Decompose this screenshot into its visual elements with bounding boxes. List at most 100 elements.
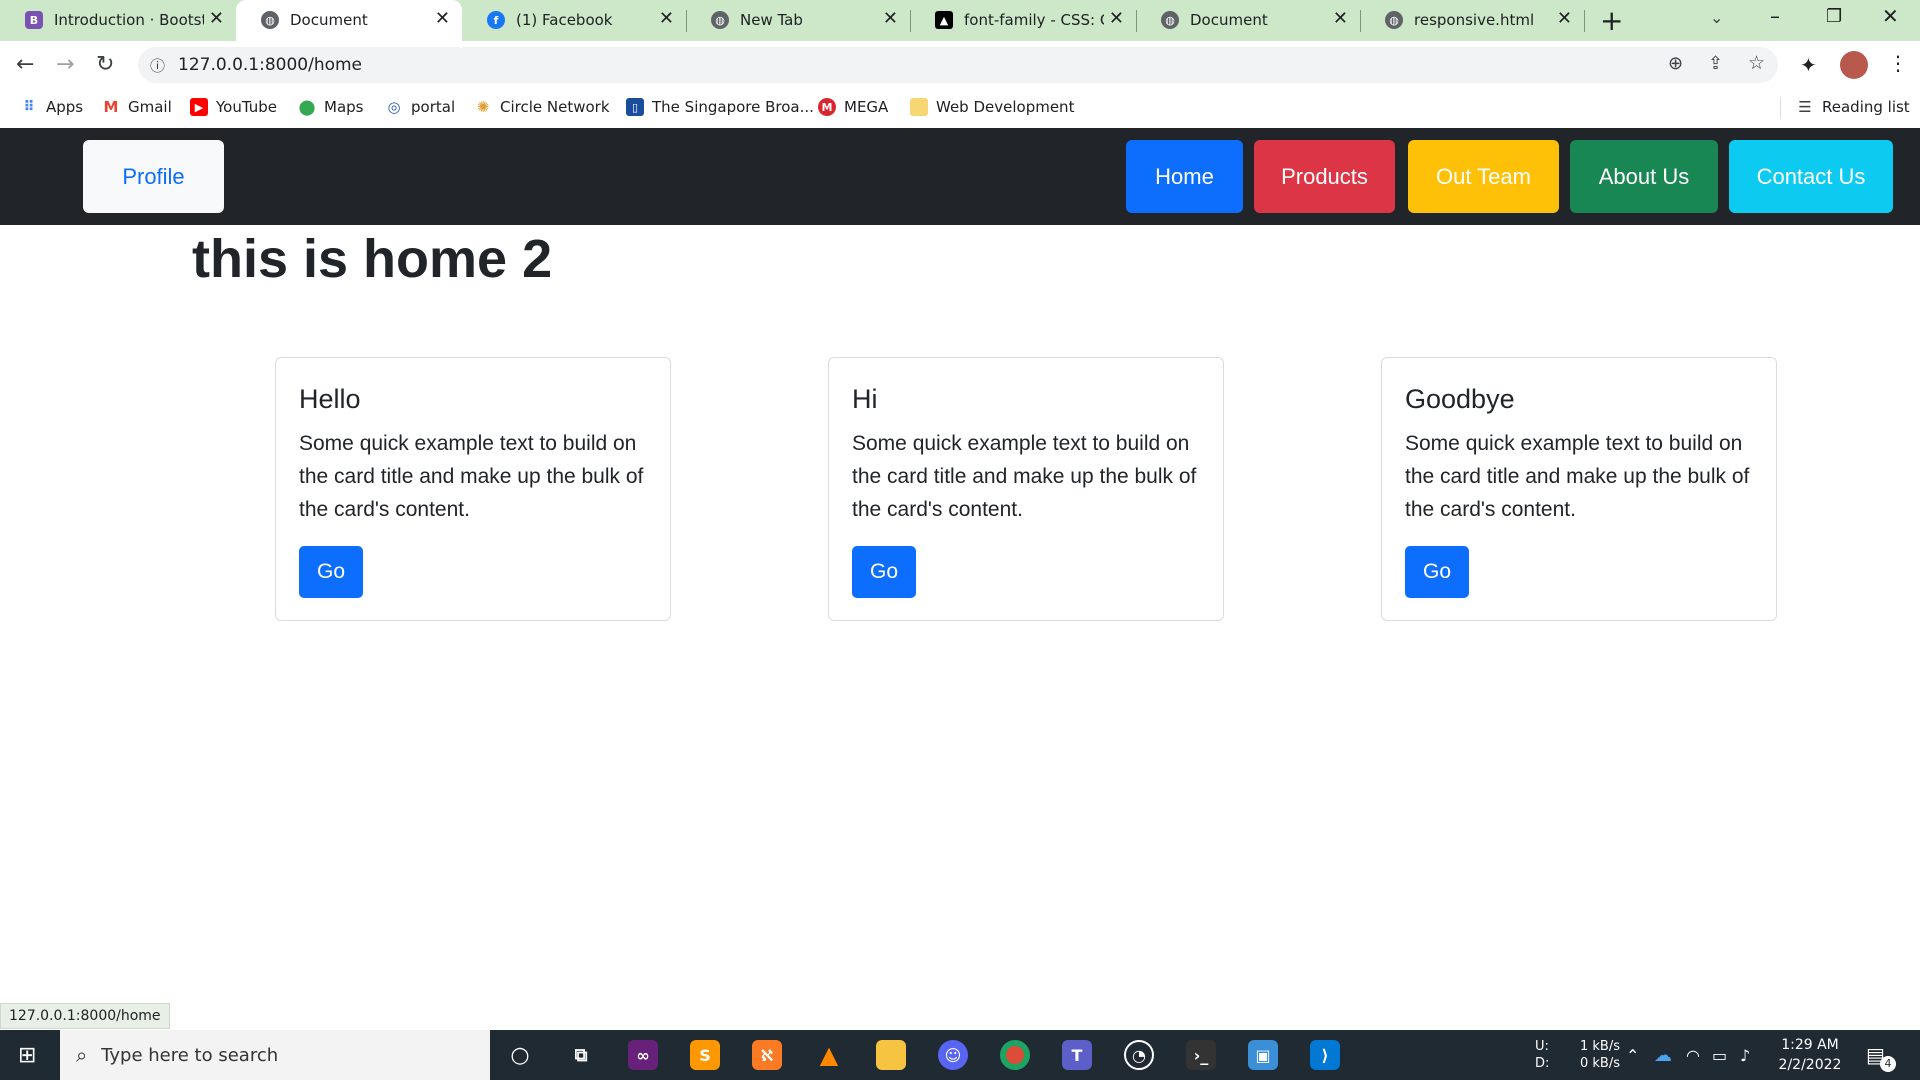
chrome-taskbar-icon[interactable] [1000, 1040, 1030, 1070]
about-label: About Us [1598, 163, 1690, 189]
bookmark-singapore[interactable]: ▯ The Singapore Broa... [626, 98, 814, 116]
reading-list-icon: ☰ [1796, 98, 1814, 116]
tab-new-tab[interactable]: ◍ New Tab ✕ [686, 0, 910, 41]
maximize-icon[interactable]: ❐ [1826, 6, 1842, 27]
close-icon[interactable]: ✕ [1109, 8, 1124, 29]
extensions-icon[interactable]: ✦ [1800, 53, 1817, 77]
windows-taskbar: ⊞ ⌕ Type here to search ○ ⧉ ∞ S ℵ ▲ ☺ T … [0, 1030, 1920, 1080]
contact-button[interactable]: Contact Us [1729, 140, 1893, 213]
bookmark-label: Circle Network [500, 98, 610, 116]
gmail-icon: M [102, 98, 120, 116]
card-title: Hi [852, 384, 878, 414]
bookmark-mega[interactable]: M MEGA [818, 98, 888, 116]
bookmark-label: MEGA [844, 98, 889, 116]
forward-icon[interactable]: → [56, 53, 74, 77]
tab-document-2[interactable]: ◍ Document ✕ [1136, 0, 1360, 41]
tab-facebook[interactable]: f (1) Facebook ✕ [462, 0, 686, 41]
singapore-icon: ▯ [626, 98, 644, 116]
tab-label: Document [1190, 11, 1268, 29]
url-text[interactable]: 127.0.0.1:8000/home [178, 55, 362, 75]
page-title: this is home 2 [192, 229, 553, 289]
globe-icon: ◍ [261, 11, 279, 29]
bookmarks-bar: ⠿ Apps M Gmail ▶ YouTube ⬤ Maps ◎ portal… [0, 89, 1920, 128]
visual-studio-icon[interactable]: ∞ [628, 1040, 658, 1070]
go-button[interactable]: Go [299, 546, 363, 598]
chrome-icon: ◍ [711, 11, 729, 29]
net-up-label: U: [1535, 1039, 1549, 1054]
sublime-text-icon[interactable]: S [690, 1040, 720, 1070]
tab-bootstrap[interactable]: B Introduction · Bootstrap ✕ [0, 0, 236, 41]
facebook-icon: f [487, 11, 505, 29]
photos-icon[interactable]: ▣ [1248, 1040, 1278, 1070]
tab-responsive[interactable]: ◍ responsive.html ✕ [1360, 0, 1584, 41]
bookmark-star-icon[interactable]: ☆ [1748, 52, 1765, 74]
onedrive-icon[interactable]: ☁ [1654, 1030, 1672, 1080]
card-goodbye: Goodbye Some quick example text to build… [1381, 357, 1777, 621]
bookmark-portal[interactable]: ◎ portal [385, 98, 455, 116]
file-explorer-icon[interactable] [876, 1040, 906, 1070]
profile-button[interactable]: Profile [83, 140, 224, 213]
tab-document-active[interactable]: ◍ Document ✕ [236, 0, 462, 41]
minimize-icon[interactable]: – [1770, 4, 1780, 28]
go-button[interactable]: Go [852, 546, 916, 598]
close-icon[interactable]: ✕ [1557, 8, 1572, 29]
chevron-up-icon[interactable]: ⌃ [1626, 1030, 1639, 1080]
task-view-icon[interactable]: ⧉ [566, 1040, 596, 1070]
window-close-icon[interactable]: ✕ [1882, 4, 1899, 28]
go-button[interactable]: Go [1405, 546, 1469, 598]
wifi-icon[interactable]: ◠ [1686, 1030, 1700, 1080]
bookmark-youtube[interactable]: ▶ YouTube [190, 98, 277, 116]
team-button[interactable]: Out Team [1408, 140, 1559, 213]
taskbar-search[interactable]: ⌕ Type here to search [60, 1030, 490, 1080]
card-title: Hello [299, 384, 361, 414]
tab-label: (1) Facebook [516, 11, 613, 29]
share-icon[interactable]: ⇪ [1708, 53, 1723, 74]
clock-date: 2/2/2022 [1778, 1057, 1842, 1073]
notification-count: 4 [1880, 1056, 1896, 1072]
bookmark-label: Maps [324, 98, 364, 116]
home-button[interactable]: Home [1126, 140, 1243, 213]
bookmark-label: Apps [46, 98, 84, 116]
menu-icon[interactable]: ⋮ [1888, 51, 1908, 75]
back-icon[interactable]: ← [16, 53, 34, 77]
tab-mdn[interactable]: ▲ font-family - CSS: Cas ✕ [910, 0, 1136, 41]
clock[interactable]: 1:29 AM 2/2/2022 [1770, 1030, 1850, 1080]
products-button[interactable]: Products [1254, 140, 1395, 213]
zoom-icon[interactable]: ⊕ [1668, 53, 1683, 74]
address-bar[interactable]: ⓘ 127.0.0.1:8000/home ⊕ ⇪ ☆ [138, 47, 1778, 83]
bookmark-maps[interactable]: ⬤ Maps [298, 98, 363, 116]
avatar[interactable] [1840, 51, 1868, 79]
xampp-icon[interactable]: ℵ [752, 1040, 782, 1070]
reload-icon[interactable]: ↻ [96, 53, 114, 77]
notifications-icon[interactable]: ▤ [1866, 1030, 1885, 1080]
vlc-icon[interactable]: ▲ [814, 1040, 844, 1070]
close-icon[interactable]: ✕ [883, 8, 898, 29]
discord-icon[interactable]: ☺ [938, 1040, 968, 1070]
battery-icon[interactable]: ▭ [1712, 1030, 1727, 1080]
close-icon[interactable]: ✕ [659, 8, 674, 29]
circle-network-icon: ✺ [474, 98, 492, 116]
vscode-icon[interactable]: ⟩ [1310, 1040, 1340, 1070]
bookmark-circle-network[interactable]: ✺ Circle Network [474, 98, 610, 116]
volume-icon[interactable]: ♪ [1740, 1030, 1750, 1080]
obs-icon[interactable]: ◔ [1124, 1040, 1154, 1070]
bookmark-web-development[interactable]: Web Development [910, 98, 1074, 116]
site-info-icon[interactable]: ⓘ [150, 55, 165, 76]
network-speed: U: D: [1535, 1030, 1549, 1080]
reading-list-button[interactable]: ☰ Reading list [1796, 98, 1910, 116]
close-icon[interactable]: ✕ [209, 8, 224, 29]
bookmark-apps[interactable]: ⠿ Apps [20, 98, 83, 116]
tab-search-icon[interactable]: ⌄ [1710, 8, 1723, 27]
about-button[interactable]: About Us [1570, 140, 1718, 213]
close-icon[interactable]: ✕ [435, 8, 450, 29]
folder-icon [910, 98, 928, 116]
windows-start-icon[interactable]: ⊞ [18, 1043, 36, 1068]
mdn-icon: ▲ [935, 11, 953, 29]
bookmark-gmail[interactable]: M Gmail [102, 98, 172, 116]
teams-icon[interactable]: T [1062, 1040, 1092, 1070]
terminal-icon[interactable]: ›_ [1186, 1040, 1216, 1070]
cortana-icon[interactable]: ○ [505, 1040, 535, 1070]
card-text: Some quick example text to build on the … [299, 432, 644, 521]
new-tab-button[interactable]: + [1600, 4, 1623, 37]
close-icon[interactable]: ✕ [1333, 8, 1348, 29]
